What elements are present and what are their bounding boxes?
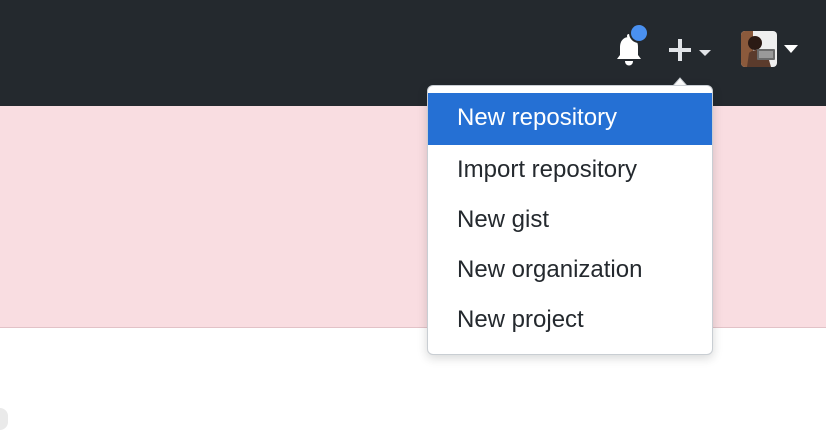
menu-item-new-organization[interactable]: New organization bbox=[428, 245, 712, 295]
menu-item-new-project[interactable]: New project bbox=[428, 295, 712, 345]
page: New repository Import repository New gis… bbox=[0, 0, 826, 438]
create-dropdown-menu: New repository Import repository New gis… bbox=[427, 85, 713, 355]
menu-item-import-repository[interactable]: Import repository bbox=[428, 145, 712, 195]
partial-element bbox=[0, 408, 8, 430]
caret-down-icon[interactable] bbox=[698, 45, 712, 56]
unread-indicator-dot bbox=[631, 25, 647, 41]
menu-item-new-repository[interactable]: New repository bbox=[428, 93, 712, 145]
create-new-button[interactable] bbox=[666, 36, 694, 64]
plus-icon bbox=[669, 39, 691, 61]
caret-down-icon[interactable] bbox=[783, 42, 799, 54]
menu-item-new-gist[interactable]: New gist bbox=[428, 195, 712, 245]
avatar[interactable] bbox=[741, 31, 777, 67]
